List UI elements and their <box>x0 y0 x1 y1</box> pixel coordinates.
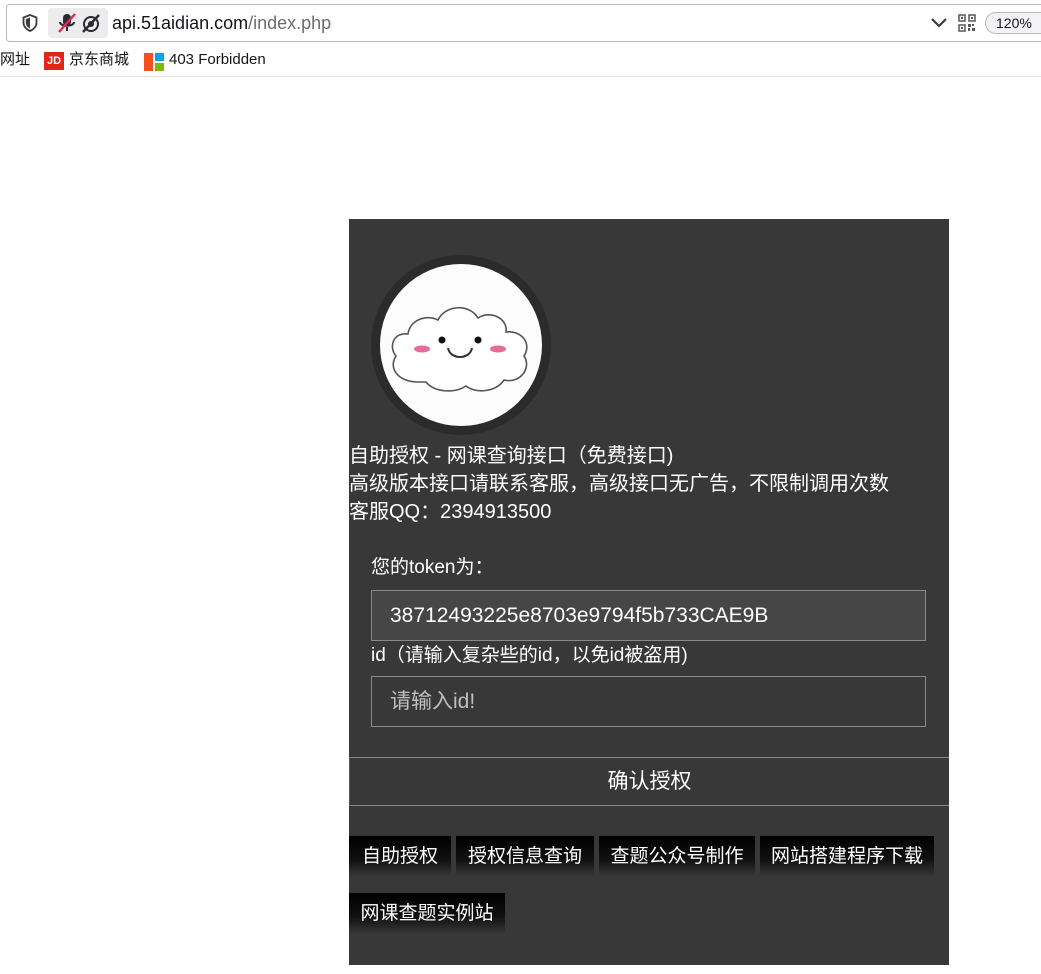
id-label: id（请输入复杂些的id，以免id被盗用) <box>371 645 688 666</box>
site-favicon-icon <box>144 53 164 71</box>
nav-wechat-account-button[interactable]: 查题公众号制作 <box>599 836 755 878</box>
nav-self-authorize-button[interactable]: 自助授权 <box>349 836 451 878</box>
url-path: /index.php <box>248 13 332 33</box>
contact-qq: 客服QQ：2394913500 <box>349 501 552 523</box>
jd-logo-icon: JD <box>44 52 64 70</box>
nav-site-program-download-button[interactable]: 网站搭建程序下载 <box>760 836 934 878</box>
url-host: api.51aidian.com <box>112 13 249 33</box>
bookmark-jd-mall[interactable]: 京东商城 <box>69 51 129 69</box>
bookmark-403-forbidden[interactable]: 403 Forbidden <box>169 51 266 69</box>
id-input[interactable] <box>371 676 926 727</box>
nav-example-site-button[interactable]: 网课查题实例站 <box>349 893 505 935</box>
premium-notice: 高级版本接口请联系客服，高级接口无广告，不限制调用次数 <box>349 473 889 495</box>
token-label: 您的token为： <box>371 557 494 578</box>
zoom-level-badge[interactable]: 120% <box>985 12 1041 34</box>
url-text[interactable]: api.51aidian.com/index.php <box>112 12 331 34</box>
bookmark-wangzhi[interactable]: 网址 <box>0 51 30 69</box>
qr-code-icon[interactable] <box>958 14 976 32</box>
auth-panel: 自助授权 - 网课查询接口（免费接口) 高级版本接口请联系客服，高级接口无广告，… <box>349 219 949 965</box>
cloud-avatar-image <box>380 264 542 426</box>
avatar <box>371 255 551 435</box>
token-field[interactable]: 38712493225e8703e9794f5b733CAE9B <box>371 590 926 641</box>
shield-icon[interactable] <box>22 14 38 32</box>
page-title: 自助授权 - 网课查询接口（免费接口) <box>349 445 674 467</box>
chevron-down-icon[interactable] <box>930 16 948 30</box>
camera-blocked-icon[interactable] <box>80 12 102 34</box>
browser-toolbar: api.51aidian.com/index.php 120% <box>0 0 1041 44</box>
nav-auth-info-query-button[interactable]: 授权信息查询 <box>456 836 594 878</box>
cloud-face-icon <box>391 306 528 392</box>
confirm-authorize-button[interactable]: 确认授权 <box>349 757 949 806</box>
microphone-blocked-icon[interactable] <box>56 12 78 34</box>
